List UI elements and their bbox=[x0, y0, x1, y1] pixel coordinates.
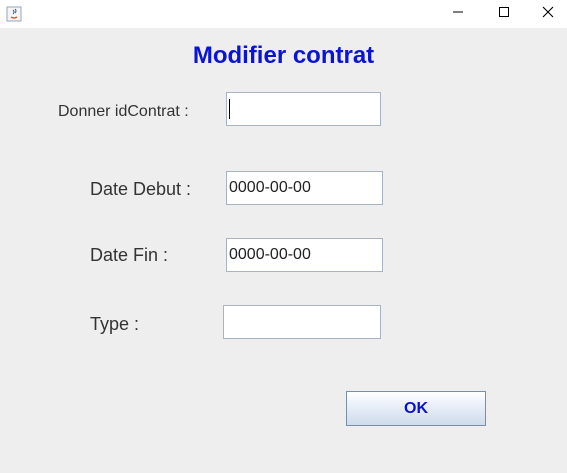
date-fin-input[interactable] bbox=[226, 238, 383, 272]
id-contrat-input[interactable] bbox=[226, 92, 381, 126]
id-contrat-label: Donner idContrat : bbox=[58, 103, 189, 120]
type-input[interactable] bbox=[223, 305, 381, 339]
minimize-button[interactable] bbox=[435, 0, 481, 28]
text-caret bbox=[229, 99, 230, 119]
window-titlebar bbox=[0, 0, 567, 28]
close-button[interactable] bbox=[525, 0, 567, 28]
minimize-icon bbox=[452, 5, 464, 23]
date-fin-label: Date Fin : bbox=[90, 245, 169, 265]
java-app-icon bbox=[6, 6, 22, 22]
modifier-contrat-window: Modifier contrat Donner idContrat : Date… bbox=[0, 0, 567, 473]
close-icon bbox=[542, 5, 554, 23]
maximize-button[interactable] bbox=[481, 0, 527, 28]
maximize-icon bbox=[498, 5, 510, 23]
date-debut-label: Date Debut : bbox=[90, 179, 192, 199]
ok-button[interactable]: OK bbox=[346, 391, 486, 426]
date-debut-input[interactable] bbox=[226, 171, 383, 205]
form-title: Modifier contrat bbox=[192, 42, 375, 69]
type-label: Type : bbox=[90, 314, 140, 334]
